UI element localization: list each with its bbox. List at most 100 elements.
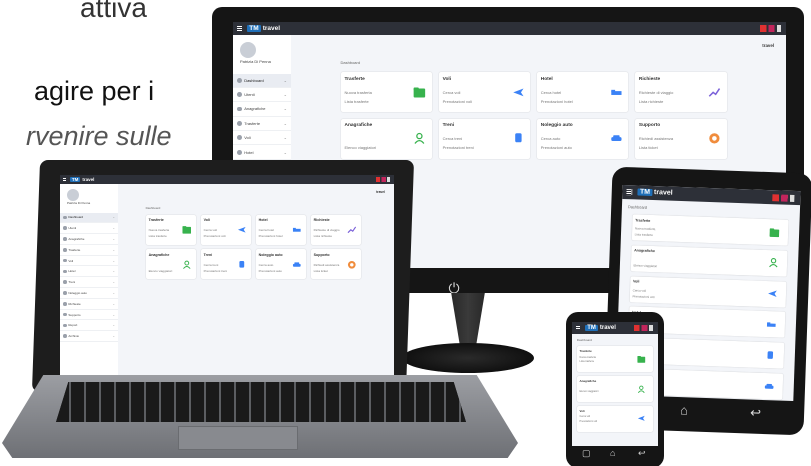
card-noleggio-auto[interactable]: Noleggio auto Cerca auto Prenotazioni auto bbox=[536, 118, 629, 159]
card-link[interactable]: Prenotazioni auto bbox=[259, 269, 282, 273]
home-icon[interactable]: ⌂ bbox=[610, 448, 615, 458]
card-richieste[interactable]: Richieste Richieste di viaggio Lista richi… bbox=[310, 214, 361, 245]
card-link[interactable]: Lista trasferte bbox=[580, 360, 594, 363]
card-link[interactable]: Cerca treni bbox=[204, 263, 219, 267]
home-icon[interactable]: ⌂ bbox=[680, 402, 688, 417]
card-link[interactable]: Nuova trasferta bbox=[635, 226, 656, 231]
sidebar-item-archivio[interactable]: Archivio ⌄ bbox=[60, 331, 118, 343]
sidebar-item-utenti[interactable]: Utenti ⌄ bbox=[233, 88, 291, 103]
card-link[interactable]: Nuova trasferta bbox=[580, 356, 596, 359]
notification-icons[interactable] bbox=[760, 25, 781, 32]
card-title: Trasferte bbox=[344, 77, 365, 83]
sidebar-item-treni[interactable]: Treni ⌄ bbox=[60, 277, 118, 289]
card-link[interactable]: Elenco viaggiatori bbox=[634, 263, 658, 268]
sidebar-item-voli[interactable]: Voli ⌄ bbox=[60, 256, 118, 267]
card-trasferte[interactable]: Trasferte Nuova trasferta Lista trasferte bbox=[577, 346, 653, 372]
notification-icons[interactable] bbox=[376, 177, 391, 182]
card-link[interactable]: Elenco viaggiatori bbox=[149, 269, 173, 273]
card-link[interactable]: Richiedi assistenza bbox=[314, 263, 340, 267]
back-icon[interactable]: ↩ bbox=[750, 405, 761, 421]
card-link[interactable]: Prenotazioni hotel bbox=[541, 99, 573, 104]
card-link[interactable]: Richiedi assistenza bbox=[639, 136, 673, 141]
sidebar-item-noleggio-auto[interactable]: Noleggio auto ⌄ bbox=[60, 288, 118, 299]
sidebar-item-trasferte[interactable]: Trasferte ⌄ bbox=[233, 117, 291, 132]
card-voli[interactable]: Voli Cerca voli Prenotazioni voli bbox=[438, 72, 531, 113]
card-link[interactable]: Lista trasferte bbox=[635, 232, 653, 237]
card-link[interactable]: Cerca voli bbox=[204, 228, 217, 232]
card-trasferte[interactable]: Trasferte Nuova trasferta Lista trasferte bbox=[340, 72, 433, 113]
card-link[interactable]: Lista richieste bbox=[314, 234, 332, 238]
card-link[interactable]: Lista trasferte bbox=[149, 234, 167, 238]
sidebar-item-report[interactable]: Report ⌄ bbox=[60, 320, 118, 332]
card-link[interactable]: Richieste di viaggio bbox=[314, 228, 340, 232]
brand-logo[interactable]: TM travel bbox=[247, 24, 280, 32]
card-link[interactable]: Prenotazioni treni bbox=[443, 145, 474, 150]
card-richieste[interactable]: Richieste Richieste di viaggio Lista richi… bbox=[634, 72, 727, 113]
sidebar-item-voli[interactable]: Voli ⌄ bbox=[233, 131, 291, 146]
card-supporto[interactable]: Supporto Richiedi assistenza Lista ticket bbox=[310, 249, 361, 280]
card-link[interactable]: Nuova trasferta bbox=[149, 228, 170, 232]
menu-icon[interactable] bbox=[575, 325, 581, 331]
sidebar-item-anagrafiche[interactable]: Anagrafiche ⌄ bbox=[233, 102, 291, 117]
card-link[interactable]: Prenotazioni voli bbox=[580, 420, 598, 423]
sidebar-item-dashboard[interactable]: Dashboard ⌄ bbox=[60, 212, 118, 224]
card-link[interactable]: Elenco viaggiatori bbox=[580, 390, 599, 393]
card-link[interactable]: Cerca voli bbox=[633, 288, 646, 292]
card-link[interactable]: Prenotazioni auto bbox=[541, 145, 572, 150]
card-voli[interactable]: Voli Cerca voli Prenotazioni voli bbox=[577, 405, 653, 432]
card-link[interactable]: Cerca auto bbox=[541, 136, 561, 141]
notification-icons[interactable] bbox=[634, 325, 654, 331]
card-anagrafiche[interactable]: Anagrafiche Elenco viaggiatori bbox=[630, 245, 788, 277]
card-link[interactable]: Cerca hotel bbox=[541, 90, 561, 95]
sidebar-item-supporto[interactable]: Supporto ⌄ bbox=[60, 310, 118, 321]
card-noleggio-auto[interactable]: Noleggio auto Cerca auto Prenotazioni auto bbox=[255, 249, 306, 280]
card-hotel[interactable]: Hotel Cerca hotel Prenotazioni hotel bbox=[536, 72, 629, 113]
sidebar-item-dashboard[interactable]: Dashboard ⌄ bbox=[233, 73, 291, 88]
menu-icon[interactable] bbox=[626, 189, 633, 196]
sidebar-item-utenti[interactable]: Utenti ⌄ bbox=[60, 223, 118, 235]
sidebar-item-anagrafiche[interactable]: Anagrafiche ⌄ bbox=[60, 234, 118, 245]
card-link[interactable]: Prenotazioni hotel bbox=[259, 234, 283, 238]
card-trasferte[interactable]: Trasferte Nuova trasferta Lista trasferte bbox=[145, 214, 196, 245]
card-link[interactable]: Cerca hotel bbox=[259, 228, 274, 232]
card-treni[interactable]: Treni Cerca treni Prenotazioni treni bbox=[200, 249, 251, 280]
card-anagrafiche[interactable]: Anagrafiche Elenco viaggiatori bbox=[145, 249, 196, 280]
avatar[interactable] bbox=[66, 188, 79, 201]
sidebar-item-trasferte[interactable]: Trasferte ⌄ bbox=[60, 245, 118, 256]
card-link[interactable]: Lista richieste bbox=[639, 99, 663, 104]
card-anagrafiche[interactable]: Anagrafiche Elenco viaggiatori bbox=[340, 118, 433, 159]
notification-icons[interactable] bbox=[772, 193, 795, 202]
menu-icon[interactable] bbox=[236, 25, 243, 32]
card-link[interactable]: Elenco viaggiatori bbox=[345, 145, 377, 150]
card-hotel[interactable]: Hotel Cerca hotel Prenotazioni hotel bbox=[255, 214, 306, 245]
card-voli[interactable]: Voli Cerca voli Prenotazioni voli bbox=[629, 275, 787, 308]
card-link[interactable]: Cerca voli bbox=[580, 415, 591, 418]
card-trasferte[interactable]: Trasferte Nuova trasferta Lista trasferte bbox=[631, 214, 789, 246]
sidebar-item-richieste[interactable]: Richieste ⌄ bbox=[60, 299, 118, 310]
card-link[interactable]: Lista ticket bbox=[639, 145, 658, 150]
card-treni[interactable]: Treni Cerca treni Prenotazioni treni bbox=[438, 118, 531, 159]
card-link[interactable]: Cerca voli bbox=[443, 90, 461, 95]
card-link[interactable]: Nuova trasferta bbox=[345, 90, 372, 95]
brand-logo[interactable]: TM travel bbox=[637, 188, 673, 197]
card-link[interactable]: Prenotazioni voli bbox=[632, 294, 654, 299]
avatar[interactable] bbox=[239, 41, 256, 58]
menu-icon[interactable] bbox=[62, 177, 67, 182]
card-supporto[interactable]: Supporto Richiedi assistenza Lista ticket bbox=[634, 118, 727, 159]
card-voli[interactable]: Voli Cerca voli Prenotazioni voli bbox=[200, 214, 251, 245]
brand-logo[interactable]: TM travel bbox=[585, 324, 616, 331]
card-link[interactable]: Cerca auto bbox=[259, 263, 274, 267]
brand-logo[interactable]: TM travel bbox=[69, 176, 94, 182]
back-icon[interactable]: ↩ bbox=[638, 448, 646, 459]
card-link[interactable]: Prenotazioni voli bbox=[443, 99, 472, 104]
card-link[interactable]: Prenotazioni voli bbox=[204, 234, 226, 238]
card-link[interactable]: Lista trasferte bbox=[345, 99, 369, 104]
square-icon[interactable]: ▢ bbox=[582, 448, 591, 459]
card-link[interactable]: Lista ticket bbox=[314, 269, 328, 273]
card-link[interactable]: Cerca treni bbox=[443, 136, 463, 141]
card-anagrafiche[interactable]: Anagrafiche Elenco viaggiatori bbox=[577, 375, 653, 402]
card-link[interactable]: Prenotazioni treni bbox=[204, 269, 227, 273]
sidebar-item-hotel[interactable]: Hotel ⌄ bbox=[60, 266, 118, 278]
card-link[interactable]: Richieste di viaggio bbox=[639, 90, 673, 95]
sidebar-item-hotel[interactable]: Hotel ⌄ bbox=[233, 145, 291, 160]
